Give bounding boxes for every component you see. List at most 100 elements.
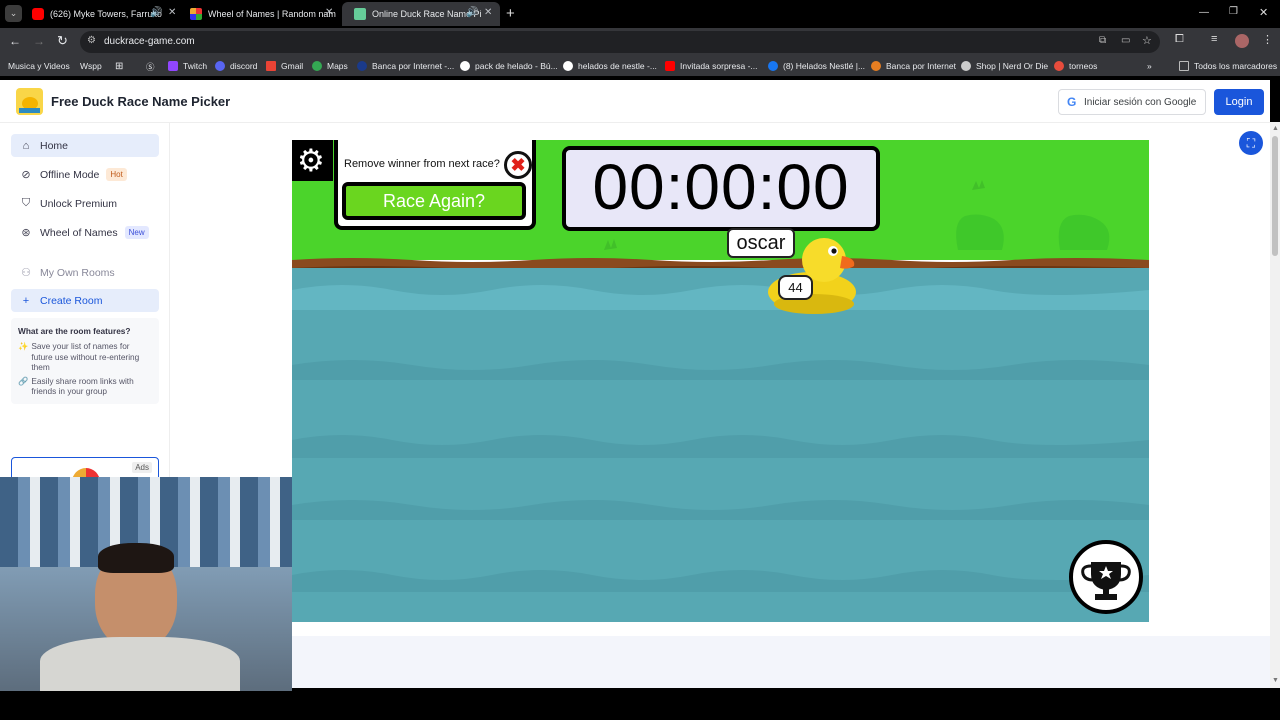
- bookmarks-bar: Musica y Videos Wspp ⊞ Ⓢ Twitch discord …: [0, 56, 1280, 76]
- remove-winner-text: Remove winner from next race?: [344, 158, 500, 170]
- bookmark-pack-helado[interactable]: pack de helado - Bú...: [460, 61, 558, 71]
- taskbar: [0, 691, 1280, 720]
- new-badge: New: [124, 226, 149, 239]
- bookmark-torneos[interactable]: torneos: [1054, 61, 1097, 71]
- reload-icon[interactable]: ↻: [57, 33, 68, 49]
- maximize-button[interactable]: ❐: [1229, 6, 1238, 17]
- minimize-button[interactable]: —: [1199, 7, 1209, 18]
- all-bookmarks[interactable]: Todos los marcadores: [1179, 61, 1277, 71]
- bookmark-maps[interactable]: Maps: [312, 61, 348, 71]
- bookmark-banca-1[interactable]: Banca por Internet -...: [357, 61, 454, 71]
- bookmark-invitada[interactable]: Invitada sorpresa -...: [665, 61, 757, 71]
- google-icon: [563, 61, 573, 71]
- sidebar-item-offline-mode[interactable]: ⊘ Offline Mode Hot: [11, 163, 159, 186]
- url-field[interactable]: ⚙ duckrace-game.com ⧉ ▭ ☆: [80, 31, 1160, 53]
- bookmark-discord[interactable]: discord: [215, 61, 257, 71]
- winner-panel: Remove winner from next race? ✖ Race Aga…: [334, 140, 536, 230]
- fullscreen-button[interactable]: ⛶: [1239, 131, 1263, 155]
- sidebar-item-wheel-of-names[interactable]: ⊛ Wheel of Names New: [11, 221, 159, 244]
- address-bar-row: ← → ↻ ⚙ duckrace-game.com ⧉ ▭ ☆ ⧠ ≡ ⋮: [0, 28, 1280, 56]
- content-section: [292, 636, 1270, 688]
- race-timer: 00:00:00: [562, 146, 880, 231]
- more-bookmarks-icon[interactable]: »: [1147, 61, 1152, 71]
- close-tab-icon[interactable]: ✕: [484, 7, 492, 18]
- facebook-icon: [768, 61, 778, 71]
- remove-winner-toggle[interactable]: ✖: [504, 151, 532, 179]
- tab-youtube[interactable]: (626) Myke Towers, Farruko 🔊 ✕: [20, 2, 180, 26]
- cast-icon[interactable]: ▭: [1121, 35, 1130, 46]
- site-info-icon[interactable]: ⚙: [87, 35, 96, 46]
- bookmark-helados-facebook[interactable]: (8) Helados Nestlé |...: [768, 61, 865, 71]
- page-scrollbar[interactable]: ▲ ▼: [1270, 122, 1280, 688]
- tab-title: Wheel of Names | Random nam: [208, 9, 336, 19]
- gear-icon: ⚙: [297, 143, 325, 178]
- bookmark-musica[interactable]: Musica y Videos: [8, 61, 70, 71]
- duck-logo[interactable]: [16, 88, 43, 115]
- person-hair: [98, 543, 174, 573]
- browser-tab-bar: ⌄ (626) Myke Towers, Farruko 🔊 ✕ Wheel o…: [0, 0, 1280, 28]
- bookmark-s[interactable]: Ⓢ: [146, 61, 155, 73]
- wheel-favicon: [190, 8, 202, 20]
- hot-badge: Hot: [106, 168, 127, 181]
- speaker-icon[interactable]: 🔊: [466, 7, 478, 18]
- duck-number-badge: 44: [778, 275, 813, 300]
- bookmark-twitch[interactable]: Twitch: [168, 61, 207, 71]
- browser-menu-icon[interactable]: ⋮: [1262, 33, 1273, 46]
- tab-title: (626) Myke Towers, Farruko: [50, 9, 162, 19]
- bookmark-gmail[interactable]: Gmail: [266, 61, 303, 71]
- bookmark-helados-nestle[interactable]: helados de nestle -...: [563, 61, 657, 71]
- scroll-up-arrow[interactable]: ▲: [1272, 125, 1279, 132]
- translate-icon[interactable]: ⧉: [1099, 35, 1106, 46]
- discord-icon: [215, 61, 225, 71]
- feature-share: Easily share room links with friends in …: [31, 375, 134, 397]
- tab-duck-race[interactable]: Online Duck Race Name Pi 🔊 ✕: [342, 2, 500, 26]
- tab-wheel-of-names[interactable]: Wheel of Names | Random nam ✕: [178, 2, 338, 26]
- star-icon[interactable]: ☆: [1142, 34, 1152, 47]
- home-icon: ⌂: [22, 139, 30, 152]
- bookmark-wspp[interactable]: Wspp: [80, 61, 102, 71]
- folder-icon: [1179, 61, 1189, 71]
- media-icon[interactable]: ≡: [1211, 33, 1217, 45]
- duck-race-canvas[interactable]: ⚙ Remove winner from next race? ✖ Race A…: [292, 140, 1149, 622]
- settings-button[interactable]: ⚙: [292, 140, 333, 181]
- close-tab-icon[interactable]: ✕: [325, 7, 333, 18]
- google-signin-button[interactable]: G Iniciar sesión con Google: [1058, 89, 1206, 115]
- bank-icon: [357, 61, 367, 71]
- new-tab-button[interactable]: +: [506, 5, 515, 22]
- duck-favicon: [354, 8, 366, 20]
- create-room-button[interactable]: + Create Room: [11, 289, 159, 312]
- close-tab-icon[interactable]: ✕: [168, 7, 176, 18]
- site-header: Free Duck Race Name Picker G Iniciar ses…: [0, 80, 1270, 123]
- my-rooms-heading: ⚇ My Own Rooms: [11, 261, 159, 284]
- back-icon[interactable]: ←: [9, 34, 21, 48]
- youtube-icon: [665, 61, 675, 71]
- forward-icon[interactable]: →: [33, 34, 45, 48]
- sidebar-item-home[interactable]: ⌂ Home: [11, 134, 159, 157]
- site-title[interactable]: Free Duck Race Name Picker: [51, 94, 230, 109]
- timer-text: 00:00:00: [592, 151, 850, 223]
- apps-grid-icon[interactable]: ⊞: [115, 61, 123, 72]
- wifi-off-icon: ⊘: [21, 169, 31, 181]
- scroll-thumb[interactable]: [1272, 136, 1278, 256]
- users-icon: ⚇: [21, 267, 31, 279]
- sparkle-icon: ✨: [18, 341, 29, 351]
- bookmark-nerd-or-die[interactable]: Shop | Nerd Or Die: [961, 61, 1048, 71]
- race-again-button[interactable]: Race Again?: [342, 182, 526, 220]
- x-mark-icon: ✖: [510, 155, 526, 175]
- wheel-icon: ⊛: [21, 227, 31, 239]
- sidebar-item-unlock-premium[interactable]: ⛉ Unlock Premium: [11, 192, 159, 215]
- speaker-icon[interactable]: 🔊: [150, 7, 162, 18]
- bookmark-banca-2[interactable]: Banca por Internet: [871, 61, 956, 71]
- login-button[interactable]: Login: [1214, 89, 1264, 115]
- ads-label: Ads: [132, 462, 152, 473]
- close-window-button[interactable]: ✕: [1259, 6, 1268, 19]
- extensions-icon[interactable]: ⧠: [1175, 33, 1184, 46]
- duck-sprite: [768, 238, 856, 314]
- link-icon: 🔗: [18, 375, 29, 386]
- leaderboard-button[interactable]: [1069, 540, 1143, 614]
- profile-avatar[interactable]: [1235, 34, 1249, 48]
- scroll-down-arrow[interactable]: ▼: [1272, 677, 1279, 684]
- nerd-or-die-icon: [961, 61, 971, 71]
- trophy-icon: [1081, 562, 1131, 600]
- feature-save: Save your list of names for future use w…: [31, 341, 140, 372]
